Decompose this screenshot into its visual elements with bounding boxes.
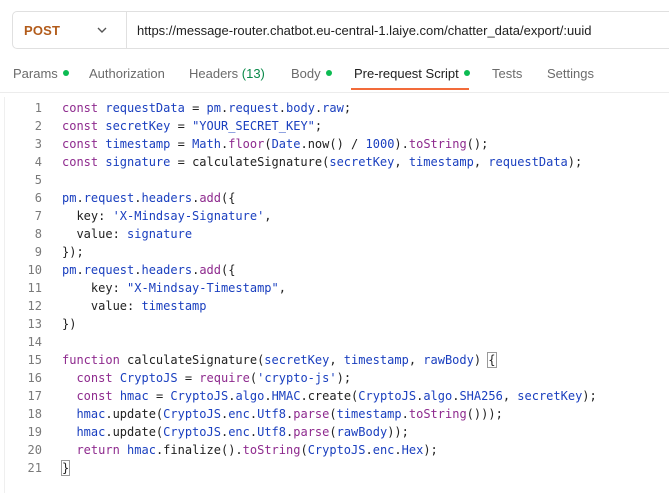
tab-authorization[interactable]: Authorization: [89, 66, 165, 81]
line-number: 18: [27, 407, 42, 421]
status-dot-icon: [62, 70, 69, 76]
line-number: 17: [27, 389, 42, 403]
chevron-down-icon: [97, 27, 107, 33]
code-line[interactable]: 17 const hmac = CryptoJS.algo.HMAC.creat…: [0, 387, 669, 405]
line-number: 20: [27, 443, 42, 457]
code-line[interactable]: 7 key: 'X-Mindsay-Signature',: [0, 207, 669, 225]
code-line[interactable]: 11 key: "X-Mindsay-Timestamp",: [0, 279, 669, 297]
line-number: 8: [34, 227, 42, 241]
line-number: 2: [34, 119, 42, 133]
code-text: });: [62, 245, 84, 259]
code-line[interactable]: 10 pm.request.headers.add({: [0, 261, 669, 279]
line-number: 16: [27, 371, 42, 385]
code-line[interactable]: 18 hmac.update(CryptoJS.enc.Utf8.parse(t…: [0, 405, 669, 423]
status-dot-icon: [325, 70, 332, 76]
code-text: pm.request.headers.add({: [62, 263, 236, 277]
request-url-bar: POST https://message-router.chatbot.eu-c…: [12, 11, 669, 49]
tab-tests[interactable]: Tests: [492, 66, 522, 81]
line-number: 10: [27, 263, 42, 277]
tab-authorization-label: Authorization: [89, 66, 165, 81]
line-number: 5: [34, 173, 42, 187]
tab-body-label: Body: [291, 66, 321, 81]
tab-pre-request-script-label: Pre-request Script: [354, 66, 459, 81]
code-line[interactable]: 21}: [0, 459, 669, 477]
code-line[interactable]: 12 value: timestamp: [0, 297, 669, 315]
code-text: hmac.update(CryptoJS.enc.Utf8.parse(time…: [76, 407, 503, 421]
code-line[interactable]: 5: [0, 171, 669, 189]
code-text: }: [60, 460, 71, 476]
code-text: function calculateSignature(secretKey, t…: [62, 352, 497, 368]
line-number: 19: [27, 425, 42, 439]
tab-headers-label: Headers: [189, 66, 239, 81]
code-text: const requestData = pm.request.body.raw;: [62, 101, 352, 115]
tab-settings-label: Settings: [547, 66, 594, 81]
active-tab-indicator: [351, 88, 469, 90]
line-number: 7: [34, 209, 42, 223]
tab-settings[interactable]: Settings: [547, 66, 594, 81]
code-line[interactable]: 3 const timestamp = Math.floor(Date.now()…: [0, 135, 669, 153]
code-text: hmac.update(CryptoJS.enc.Utf8.parse(rawB…: [76, 425, 409, 439]
line-number: 11: [27, 281, 42, 295]
code-text: return hmac.finalize().toString(CryptoJS…: [76, 443, 438, 457]
method-label: POST: [24, 23, 61, 38]
tab-params-label: Params: [13, 66, 58, 81]
script-editor[interactable]: 1 const requestData = pm.request.body.raw…: [0, 97, 669, 493]
code-text: const hmac = CryptoJS.algo.HMAC.create(C…: [76, 389, 597, 403]
line-number: 14: [27, 335, 42, 349]
line-number: 1: [34, 101, 42, 115]
code-text: const secretKey = "YOUR_SECRET_KEY";: [62, 119, 323, 133]
tab-params[interactable]: Params: [13, 66, 69, 81]
request-tabs: Params Authorization Headers (13) Body P…: [0, 58, 669, 93]
line-number: 12: [27, 299, 42, 313]
method-select[interactable]: POST: [13, 12, 127, 48]
code-text: const timestamp = Math.floor(Date.now() …: [62, 137, 489, 151]
code-text: pm.request.headers.add({: [62, 191, 236, 205]
line-number: 13: [27, 317, 42, 331]
headers-count-badge: (13): [241, 66, 265, 81]
code-line[interactable]: 8 value: signature: [0, 225, 669, 243]
code-text: value: signature: [62, 227, 193, 241]
code-line[interactable]: 1 const requestData = pm.request.body.raw…: [0, 99, 669, 117]
code-line[interactable]: 2 const secretKey = "YOUR_SECRET_KEY";: [0, 117, 669, 135]
code-text: const signature = calculateSignature(sec…: [62, 155, 583, 169]
code-line[interactable]: 14: [0, 333, 669, 351]
code-line[interactable]: 4 const signature = calculateSignature(se…: [0, 153, 669, 171]
code-line[interactable]: 19 hmac.update(CryptoJS.enc.Utf8.parse(r…: [0, 423, 669, 441]
line-number: 3: [34, 137, 42, 151]
code-text: const CryptoJS = require('crypto-js');: [76, 371, 352, 385]
code-line[interactable]: 9});: [0, 243, 669, 261]
tab-body[interactable]: Body: [291, 66, 332, 81]
code-text: key: 'X-Mindsay-Signature',: [62, 209, 272, 223]
tab-headers[interactable]: Headers (13): [189, 66, 265, 81]
code-line[interactable]: 13}): [0, 315, 669, 333]
url-input[interactable]: https://message-router.chatbot.eu-centra…: [137, 23, 592, 38]
code-line[interactable]: 20 return hmac.finalize().toString(Crypt…: [0, 441, 669, 459]
code-line[interactable]: 6 pm.request.headers.add({: [0, 189, 669, 207]
line-number: 6: [34, 191, 42, 205]
line-number: 15: [27, 353, 42, 367]
code-line[interactable]: 15 function calculateSignature(secretKey,…: [0, 351, 669, 369]
line-number: 21: [27, 461, 42, 475]
tab-pre-request-script[interactable]: Pre-request Script: [354, 66, 470, 81]
line-number: 4: [34, 155, 42, 169]
line-number: 9: [34, 245, 42, 259]
code-text: key: "X-Mindsay-Timestamp",: [62, 281, 286, 295]
status-dot-icon: [463, 70, 470, 76]
code-text: value: timestamp: [62, 299, 207, 313]
code-text: }): [62, 317, 77, 331]
code-line[interactable]: 16 const CryptoJS = require('crypto-js')…: [0, 369, 669, 387]
tab-tests-label: Tests: [492, 66, 523, 81]
